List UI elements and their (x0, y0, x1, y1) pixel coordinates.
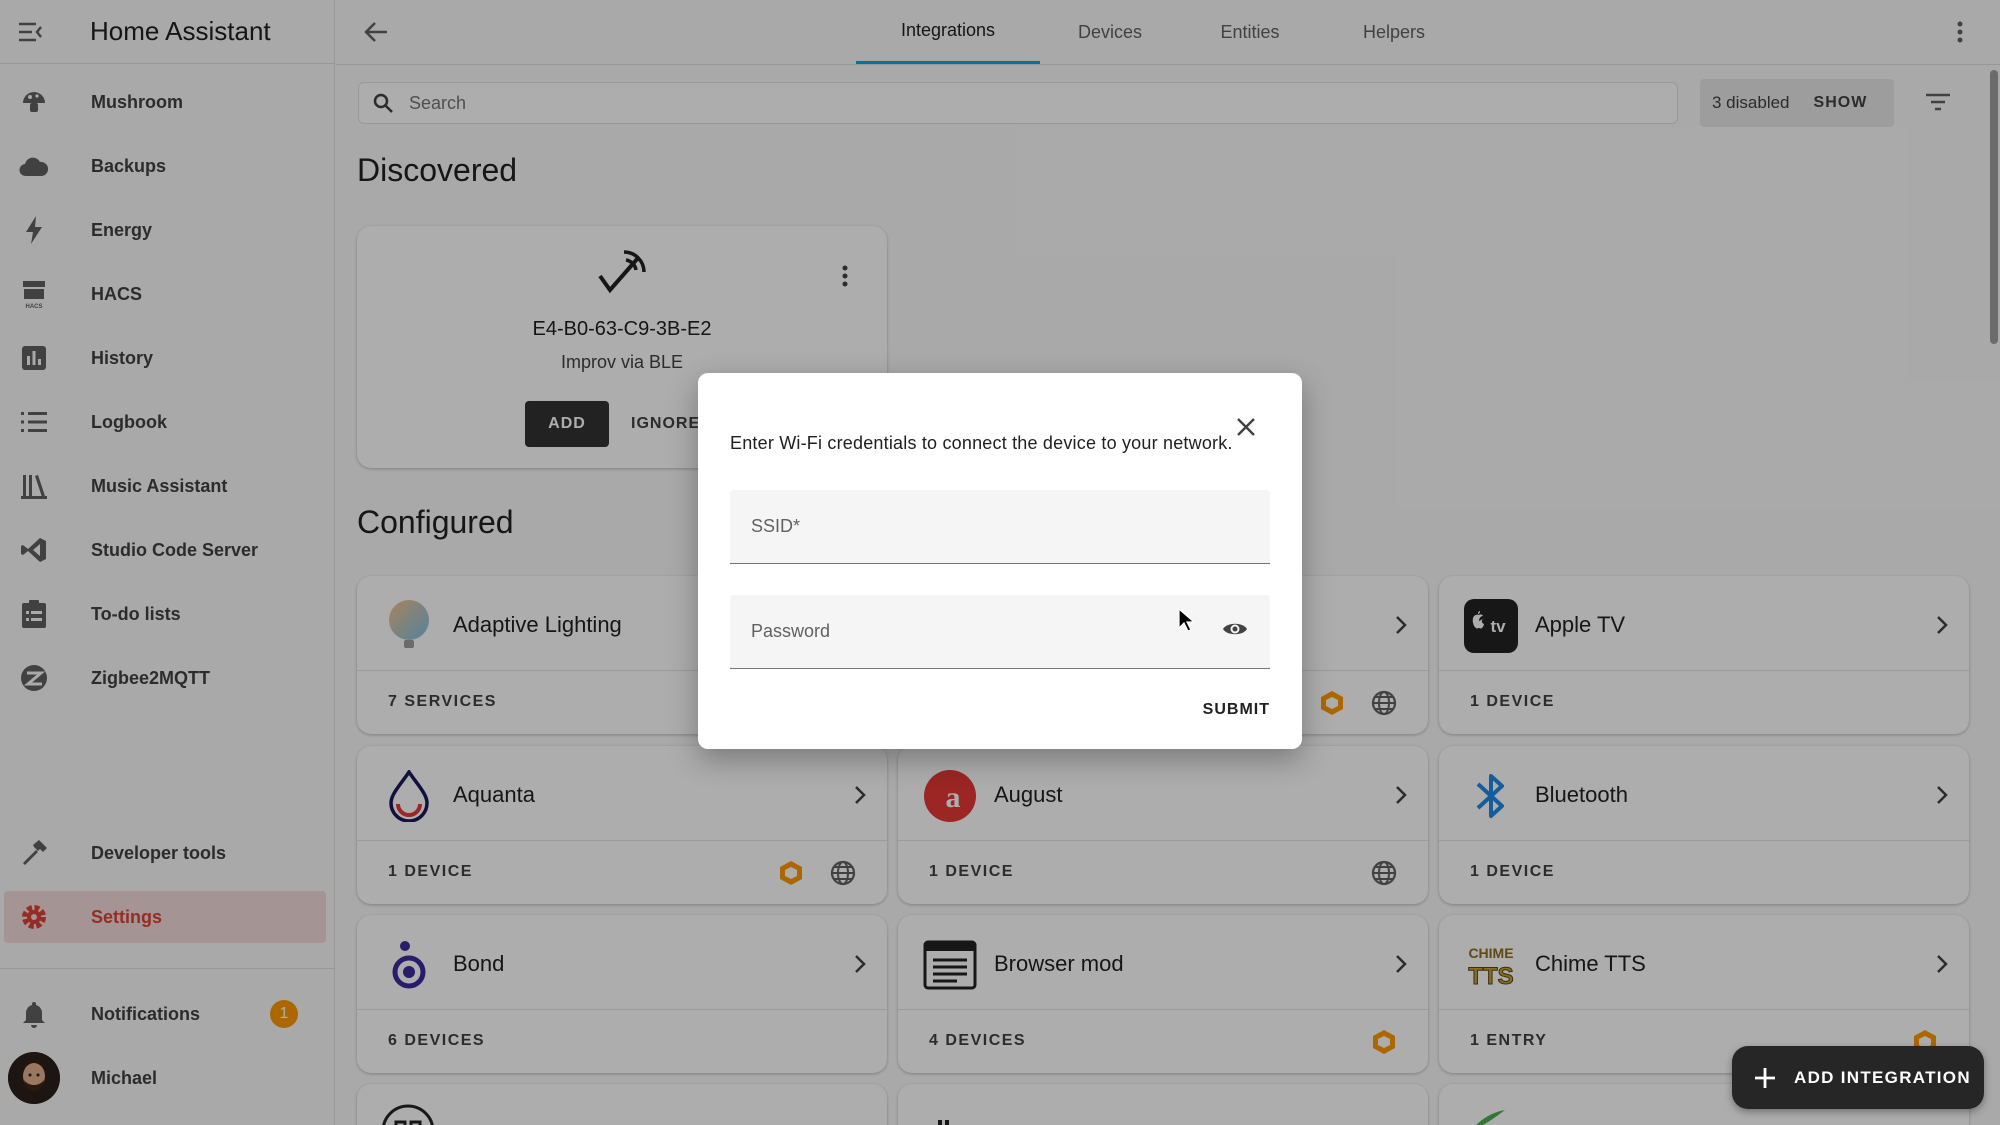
wifi-credentials-dialog: Enter Wi-Fi credentials to connect the d… (698, 373, 1302, 749)
password-field (730, 595, 1270, 669)
close-dialog-button[interactable] (1228, 409, 1264, 445)
eye-icon[interactable] (1222, 620, 1248, 638)
close-icon (1237, 418, 1255, 436)
mouse-cursor-icon (1178, 608, 1194, 632)
ssid-field (730, 490, 1270, 564)
plus-icon (1754, 1067, 1776, 1089)
ssid-input[interactable] (730, 490, 1270, 563)
dialog-message: Enter Wi-Fi credentials to connect the d… (730, 433, 1233, 453)
add-integration-label: ADD INTEGRATION (1794, 1067, 1971, 1087)
submit-button[interactable]: SUBMIT (1203, 701, 1270, 719)
add-integration-button[interactable]: ADD INTEGRATION (1732, 1046, 1984, 1109)
